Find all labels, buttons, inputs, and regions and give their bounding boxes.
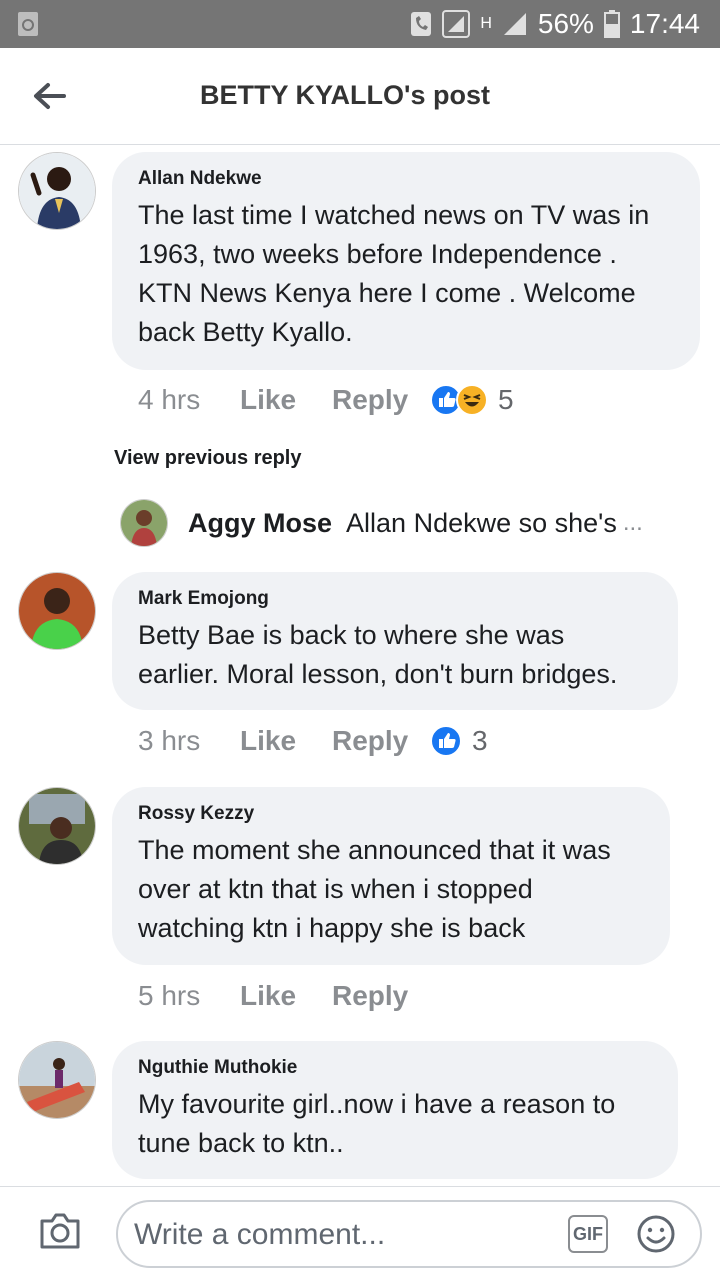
phone-signal-icon [411,12,432,36]
emoji-icon[interactable] [636,1214,676,1254]
network-type: H [480,15,492,32]
reply-text: Allan Ndekwe so she's [346,507,617,538]
back-arrow-icon[interactable] [30,76,70,116]
page-title: BETTY KYALLO's post [200,80,490,110]
view-previous-reply-link[interactable]: View previous reply [114,447,302,470]
comment-text: The moment she announced that it was ove… [138,835,611,943]
reply-author[interactable]: Aggy Mose [188,508,332,539]
sim-signal-icon [442,10,471,38]
comment-actions: 5 hrs Like Reply [138,980,430,1012]
battery-percent: 56% [537,8,594,39]
comment-time[interactable]: 4 hrs [138,384,240,416]
avatar[interactable] [18,572,96,650]
comment-text: My favourite girl..now i have a reason t… [138,1089,616,1158]
cell-signal-icon [503,13,526,35]
haha-reaction-icon [456,384,488,416]
camera-icon[interactable] [38,1211,82,1251]
reply-preview[interactable]: Aggy Mose Allan Ndekwe so she's ... [120,499,643,547]
comment-author[interactable]: Mark Emojong [138,588,652,610]
comment-bubble[interactable]: Rossy Kezzy The moment she announced tha… [112,787,670,965]
like-reaction-icon [430,725,462,757]
comment-text: Betty Bae is back to where she was earli… [138,620,618,689]
recycle-notification-icon [18,12,38,36]
reaction-summary[interactable]: 5 [430,384,514,416]
battery-icon [603,10,620,38]
comment-input-box[interactable]: GIF [116,1200,702,1268]
reaction-count: 5 [498,384,514,415]
like-button[interactable]: Like [240,384,332,416]
avatar[interactable] [120,499,168,547]
comment-input[interactable] [132,1212,556,1258]
comment-bubble[interactable]: Allan Ndekwe The last time I watched new… [112,152,700,370]
avatar[interactable] [18,787,96,865]
comment-author[interactable]: Nguthie Muthokie [138,1057,652,1079]
comment-bubble[interactable]: Nguthie Muthokie My favourite girl..now … [112,1041,678,1179]
comment-time[interactable]: 3 hrs [138,725,240,757]
comment-bubble[interactable]: Mark Emojong Betty Bae is back to where … [112,572,678,710]
like-button[interactable]: Like [240,980,332,1012]
comment-actions: 4 hrs Like Reply 5 [138,384,514,416]
comment-author[interactable]: Allan Ndekwe [138,168,674,190]
avatar[interactable] [18,1041,96,1119]
app-bar: BETTY KYALLO's post [0,48,720,145]
like-button[interactable]: Like [240,725,332,757]
reaction-count: 3 [472,725,488,756]
status-bar: H 56% 17:44 [0,0,720,48]
reply-button[interactable]: Reply [332,725,430,757]
comment-time[interactable]: 5 hrs [138,980,240,1012]
avatar[interactable] [18,152,96,230]
comment-author[interactable]: Rossy Kezzy [138,803,644,825]
clock: 17:44 [629,8,700,39]
comment-composer: GIF [0,1186,720,1281]
reply-ellipsis: ... [622,509,643,536]
reaction-summary[interactable]: 3 [430,725,488,757]
comment-actions: 3 hrs Like Reply 3 [138,725,488,757]
reply-button[interactable]: Reply [332,980,430,1012]
gif-icon[interactable]: GIF [568,1215,608,1253]
reply-button[interactable]: Reply [332,384,430,416]
comment-text: The last time I watched news on TV was i… [138,200,650,347]
